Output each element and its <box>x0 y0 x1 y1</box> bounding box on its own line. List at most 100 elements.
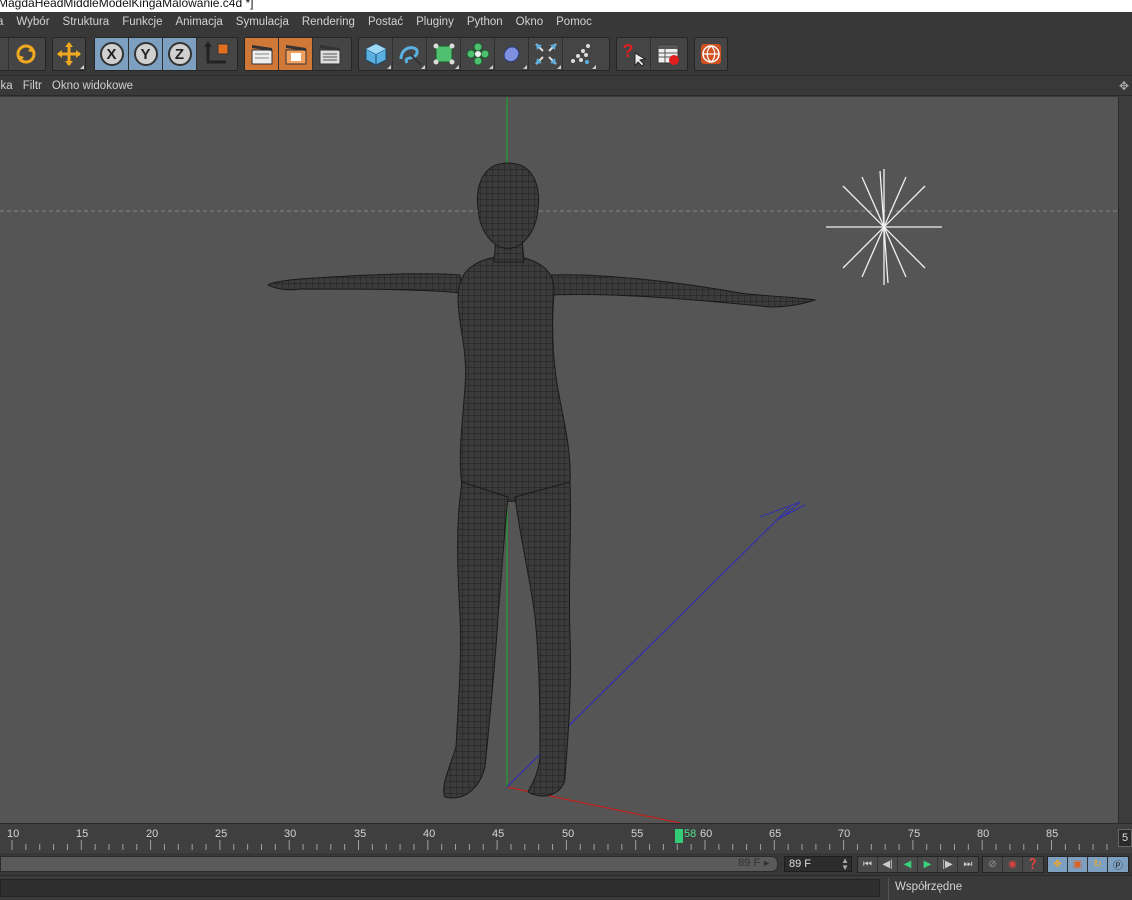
scene-effects-button[interactable] <box>529 38 563 70</box>
menu-item-simulation[interactable]: Symulacja <box>236 16 289 28</box>
menu-item-selection[interactable]: Wybór <box>16 16 49 28</box>
coordinate-system-icon <box>202 40 232 68</box>
main-menu-bar: a Wybór Struktura Funkcje Animacja Symul… <box>0 12 1132 32</box>
rotate-icon <box>13 41 39 67</box>
menu-item-partial[interactable]: a <box>0 16 3 28</box>
partial-tool-button[interactable] <box>0 38 9 70</box>
go-to-end-button[interactable]: ⏭ <box>958 857 978 872</box>
timeline-tick-label: 80 <box>977 828 990 840</box>
coordinate-system-button[interactable] <box>197 38 237 70</box>
autokey-icon: ⊘ <box>988 859 997 870</box>
range-arrow-icon: ► <box>762 858 771 868</box>
menu-item-help[interactable]: Pomoc <box>556 16 592 28</box>
menu-item-character[interactable]: Postać <box>368 16 403 28</box>
previous-key-button[interactable]: ◀| <box>878 857 898 872</box>
timeline-tick-label: 85 <box>1046 828 1059 840</box>
toolbar-group-axis: X Y Z <box>94 37 238 71</box>
timeline-tick-label: 60 <box>700 828 713 840</box>
timeline-tick-label: 15 <box>76 828 89 840</box>
tool-options-corner <box>519 65 527 69</box>
help-table-button[interactable] <box>651 38 685 70</box>
timeline-tick-label: 50 <box>562 828 575 840</box>
help-pointer-icon: ? <box>621 41 647 67</box>
menu-item-plugins[interactable]: Pluginy <box>416 16 454 28</box>
web-globe-button[interactable] <box>695 38 727 70</box>
position-key-button[interactable]: ✥ <box>1048 857 1068 872</box>
timeline-tick-label: 45 <box>492 828 505 840</box>
timeline-tick-label: 35 <box>354 828 367 840</box>
y-axis-lock-button[interactable]: Y <box>129 38 163 70</box>
menu-item-mesh[interactable]: Struktura <box>63 16 110 28</box>
parameter-key-button[interactable]: Ⓟ <box>1108 857 1128 872</box>
scale-key-button[interactable]: ▣ <box>1068 857 1088 872</box>
go-to-end-icon: ⏭ <box>963 859 973 870</box>
keyframe-help-button[interactable]: ❓ <box>1023 857 1043 872</box>
autokey-button[interactable]: ⊘ <box>983 857 1003 872</box>
play-backwards-button[interactable]: ◀ <box>898 857 918 872</box>
rotation-key-icon: ↻ <box>1093 859 1102 870</box>
current-frame-label: 58 <box>684 828 697 840</box>
z-axis-lock-icon: Z <box>167 41 193 67</box>
cube-primitive-button[interactable] <box>359 38 393 70</box>
go-to-start-button[interactable]: ⏮ <box>858 857 878 872</box>
menu-item-animation[interactable]: Animacja <box>175 16 222 28</box>
next-key-icon: |▶ <box>942 859 953 870</box>
x-axis-lock-button[interactable]: X <box>95 38 129 70</box>
go-to-start-icon: ⏮ <box>863 859 872 870</box>
max-frame-field[interactable]: 89 F ▲ ▼ <box>784 856 852 872</box>
subdivision-surface-icon <box>431 41 457 67</box>
timeline-ruler[interactable]: 10 15 20 25 30 35 40 45 50 55 60 65 70 7… <box>0 823 1132 853</box>
playback-controls: ⏮ ◀| ◀ ▶ |▶ ⏭ <box>857 856 979 873</box>
play-backwards-icon: ◀ <box>903 859 912 870</box>
toolbar-group-objects <box>358 37 610 71</box>
spinner-arrows-icon[interactable]: ▲ ▼ <box>841 857 849 872</box>
key-type-controls: ✥ ▣ ↻ Ⓟ <box>1047 856 1129 873</box>
timeline-tick-label: 25 <box>215 828 228 840</box>
window-title: MagdaHeadMiddleModelKingaMalowanie.c4d *… <box>0 0 254 10</box>
subdivision-surface-button[interactable] <box>427 38 461 70</box>
viewport-3d[interactable] <box>0 97 1118 823</box>
y-axis-label: Y <box>140 46 151 63</box>
menu-item-python[interactable]: Python <box>467 16 503 28</box>
particles-icon <box>567 41 593 67</box>
z-axis-label: Z <box>174 46 185 63</box>
menu-item-rendering[interactable]: Rendering <box>302 16 355 28</box>
render-settings-button[interactable] <box>313 38 347 70</box>
z-axis-lock-button[interactable]: Z <box>163 38 197 70</box>
menu-item-functions[interactable]: Funkcje <box>122 16 162 28</box>
viewport-menu-item-partial[interactable]: ika <box>0 80 13 92</box>
position-key-icon: ✥ <box>1053 859 1062 870</box>
tool-options-corner <box>417 65 425 69</box>
record-controls: ⊘ ◉ ❓ <box>982 856 1044 873</box>
menu-item-window[interactable]: Okno <box>516 16 544 28</box>
viewport-menu-item-filter[interactable]: Filtr <box>23 80 42 92</box>
status-message-area <box>0 879 880 897</box>
timeline-tick-label: 20 <box>146 828 159 840</box>
record-button[interactable]: ◉ <box>1003 857 1023 872</box>
timeline-playhead[interactable] <box>675 829 683 843</box>
deformer-button[interactable] <box>495 38 529 70</box>
y-axis-lock-icon: Y <box>133 41 159 67</box>
particles-button[interactable] <box>563 38 597 70</box>
move-tool-button[interactable] <box>53 38 85 70</box>
coordinates-panel-header[interactable]: Współrzędne <box>888 878 1132 900</box>
move-cross-icon[interactable]: ✥ <box>1119 79 1129 93</box>
rotation-key-button[interactable]: ↻ <box>1088 857 1108 872</box>
x-axis-label: X <box>106 46 117 63</box>
render-picture-viewer-button[interactable] <box>279 38 313 70</box>
preview-range-slider[interactable]: 89 F ► <box>0 856 778 872</box>
render-picture-viewer-icon <box>283 42 309 66</box>
play-forwards-button[interactable]: ▶ <box>918 857 938 872</box>
cloner-button[interactable] <box>461 38 495 70</box>
viewport-side-scrollbar[interactable] <box>1118 97 1132 823</box>
help-pointer-button[interactable]: ? <box>617 38 651 70</box>
tool-options-corner <box>485 65 493 69</box>
rotate-tool-button[interactable] <box>9 38 43 70</box>
timeline-ticks <box>11 840 1108 850</box>
command-toolbar: X Y Z ? <box>0 32 1132 76</box>
spline-pen-button[interactable] <box>393 38 427 70</box>
viewport-menu-item-panel[interactable]: Okno widokowe <box>52 80 133 92</box>
render-view-button[interactable] <box>245 38 279 70</box>
timeline-tick-label: 75 <box>908 828 921 840</box>
next-key-button[interactable]: |▶ <box>938 857 958 872</box>
